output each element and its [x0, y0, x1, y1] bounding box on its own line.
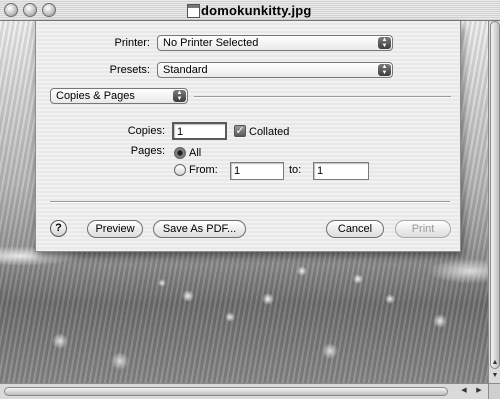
scroll-right-arrow-icon[interactable]: ▶: [473, 385, 485, 397]
copies-field[interactable]: 1: [172, 122, 227, 140]
collated-checkbox[interactable]: ✓: [234, 125, 246, 137]
help-button[interactable]: ?: [50, 220, 67, 237]
pane-popup[interactable]: Copies & Pages ▲ ▼: [50, 88, 188, 104]
pages-all-radio[interactable]: [174, 147, 186, 159]
preview-button[interactable]: Preview: [87, 220, 143, 238]
pages-to-label: to:: [289, 164, 302, 176]
popup-arrows-icon: ▲ ▼: [378, 64, 391, 76]
save-as-pdf-button[interactable]: Save As PDF...: [153, 220, 246, 238]
popup-arrows-icon: ▲ ▼: [173, 90, 186, 102]
print-sheet: Printer: No Printer Selected ▲ ▼ Presets:…: [35, 21, 461, 252]
resize-grip[interactable]: [488, 383, 500, 399]
printer-popup[interactable]: No Printer Selected ▲ ▼: [157, 35, 393, 51]
presets-popup[interactable]: Standard ▲ ▼: [157, 62, 393, 78]
copies-label: Copies:: [127, 125, 165, 137]
pane-separator: [194, 96, 451, 98]
printer-popup-value: No Printer Selected: [163, 37, 259, 49]
to-page-field[interactable]: 1: [313, 162, 369, 180]
scroll-left-arrow-icon[interactable]: ◀: [458, 385, 470, 397]
printer-label: Printer:: [114, 37, 150, 49]
vertical-scroll-thumb[interactable]: [490, 21, 500, 369]
scroll-down-arrow-icon[interactable]: ▼: [489, 370, 500, 382]
bottom-separator: [50, 201, 450, 203]
scroll-up-arrow-icon[interactable]: ▲: [489, 357, 500, 369]
from-page-field[interactable]: 1: [230, 162, 284, 180]
collated-label: Collated: [249, 126, 290, 138]
minimize-button[interactable]: [23, 3, 37, 17]
vertical-scrollbar[interactable]: ▲ ▼: [488, 21, 500, 383]
pages-all-label: All: [189, 147, 202, 159]
cancel-button[interactable]: Cancel: [326, 220, 384, 238]
print-button[interactable]: Print: [395, 220, 451, 238]
pages-label: Pages:: [130, 145, 165, 157]
close-button[interactable]: [4, 3, 18, 17]
zoom-button[interactable]: [42, 3, 56, 17]
horizontal-scrollbar[interactable]: ◀ ▶: [0, 383, 488, 399]
presets-popup-value: Standard: [163, 64, 208, 76]
pages-from-radio[interactable]: [174, 164, 186, 176]
pages-from-label: From:: [189, 164, 218, 176]
window-title: domokunkitty.jpg: [201, 3, 312, 18]
presets-label: Presets:: [109, 64, 150, 76]
document-icon: [187, 4, 200, 18]
horizontal-scroll-thumb[interactable]: [4, 387, 448, 396]
pane-popup-value: Copies & Pages: [56, 90, 135, 102]
window-title-bar[interactable]: domokunkitty.jpg: [0, 0, 500, 21]
popup-arrows-icon: ▲ ▼: [378, 37, 391, 49]
